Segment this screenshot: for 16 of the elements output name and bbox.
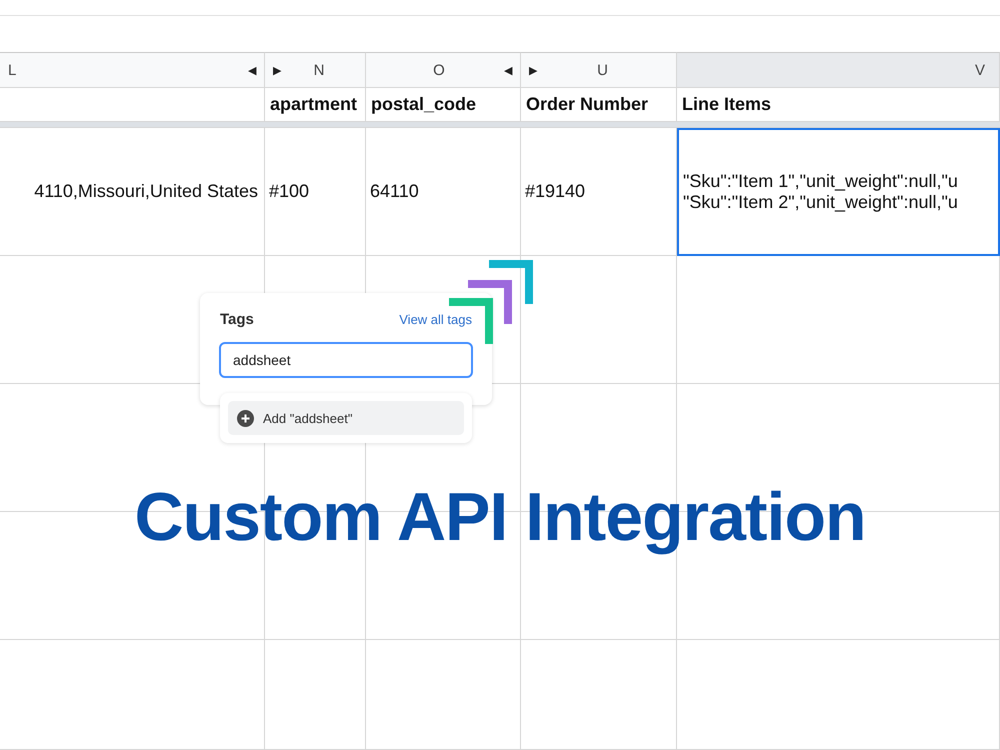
add-tag-option[interactable]: Add "addsheet" <box>228 401 464 435</box>
view-all-tags-link[interactable]: View all tags <box>399 312 472 327</box>
table-cell: #19140 <box>521 128 677 256</box>
add-icon <box>237 410 254 426</box>
column-header[interactable]: ▶ N <box>265 52 366 88</box>
headline: Custom API Integration <box>134 478 866 556</box>
column-header[interactable]: V <box>677 52 1000 88</box>
column-header[interactable]: O ◀ <box>366 52 521 88</box>
tag-input-field[interactable]: addsheet <box>219 342 473 378</box>
panel-title: Tags <box>220 311 254 328</box>
column-header[interactable]: ▶ U <box>521 52 677 88</box>
table-cell: 4110,Missouri,United States <box>0 128 265 256</box>
table-cell: #100 <box>265 128 366 256</box>
table-cell: "Sku":"Item 1","unit_weight":null,"u "Sku":"Item 2","unit_weight":null,"u <box>677 128 1000 256</box>
column-header[interactable]: L ◀ <box>0 52 265 88</box>
table-cell: 64110 <box>366 128 521 256</box>
